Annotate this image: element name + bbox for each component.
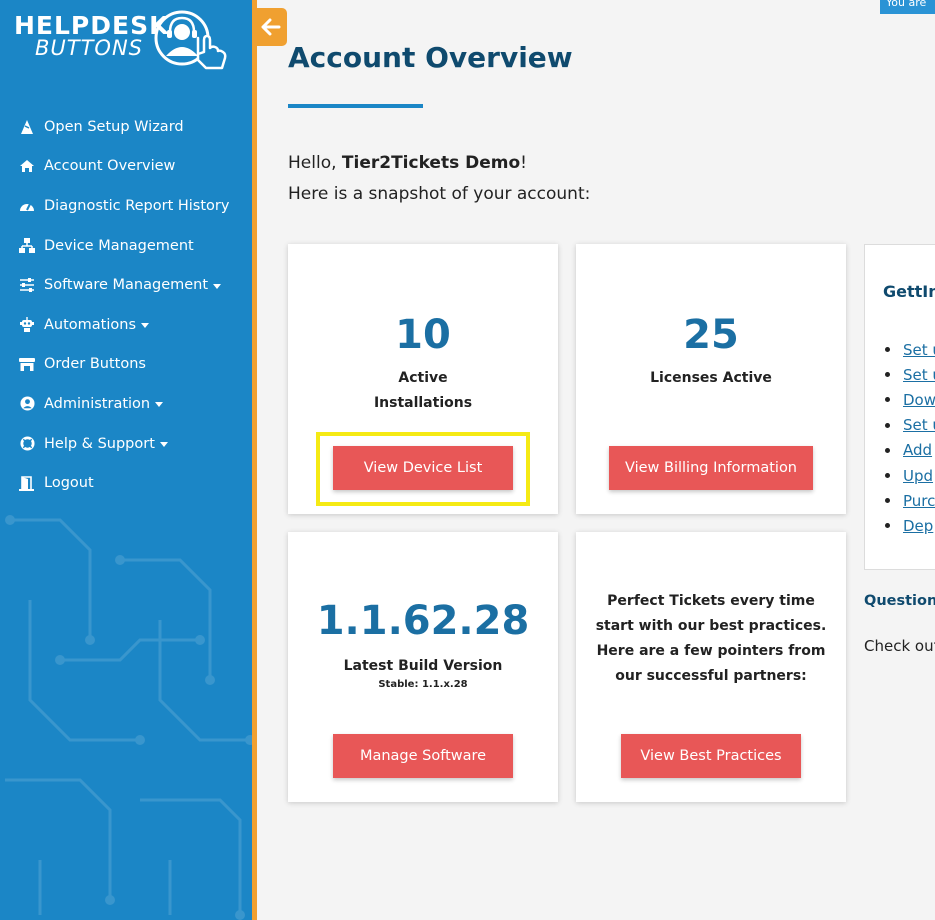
store-icon (17, 356, 37, 372)
chevron-down-icon (155, 402, 164, 408)
arrow-left-icon (261, 18, 281, 36)
greeting-prefix: Hello, (288, 153, 342, 173)
manage-software-button[interactable]: Manage Software (333, 734, 513, 778)
sidebar-nav: Open Setup Wizard Account Overview Diagn… (0, 107, 252, 503)
logo-text-bottom: BUTTONS (35, 36, 144, 60)
greeting-suffix: ! (520, 153, 527, 173)
sidebar-item-account-overview[interactable]: Account Overview (0, 147, 252, 187)
network-icon (17, 238, 37, 254)
sidebar-item-device-management[interactable]: Device Management (0, 226, 252, 266)
sidebar-item-label: Automations (44, 316, 137, 333)
sidebar-item-label: Diagnostic Report History (44, 197, 230, 214)
sidebar-item-help-support[interactable]: Help & Support (0, 424, 252, 464)
build-version: 1.1.62.28 (316, 598, 530, 644)
greeting-subtitle: Here is a snapshot of your account: (288, 184, 591, 204)
best-practices-line: Here are a few pointers from (596, 643, 826, 659)
sidebar-item-diagnostic-report-history[interactable]: Diagnostic Report History (0, 186, 252, 226)
getting-started-title: GettIn (883, 282, 935, 301)
sidebar: HELPDESK BUTTONS Open Setup Wizard Accou… (0, 0, 252, 920)
licenses-card: 25 Licenses Active View Billing Informat… (576, 244, 846, 514)
sidebar-item-label: Order Buttons (44, 356, 146, 373)
list-item: Upd (885, 463, 935, 488)
chevron-down-icon (141, 323, 150, 329)
getting-started-link[interactable]: Set u (903, 416, 935, 434)
sidebar-item-logout[interactable]: Logout (0, 463, 252, 503)
account-name: Tier2Tickets Demo (341, 153, 521, 173)
list-item: Dep (885, 513, 935, 538)
tachometer-icon (17, 198, 37, 214)
sliders-icon (17, 277, 37, 293)
sidebar-item-open-setup-wizard[interactable]: Open Setup Wizard (0, 107, 252, 147)
best-practices-card: Perfect Tickets every time start with ou… (576, 532, 846, 802)
list-item: Set u (885, 362, 935, 387)
list-item: Add (885, 438, 935, 463)
licenses-count: 25 (683, 312, 739, 358)
greeting-line: Hello, Tier2Tickets Demo! (288, 148, 590, 179)
installations-label-line2: Installations (373, 395, 473, 411)
installations-label-line1: Active (398, 370, 448, 386)
robot-icon (17, 317, 37, 333)
wizard-hat-icon (17, 119, 37, 135)
sidebar-item-label: Help & Support (44, 435, 155, 452)
sidebar-item-administration[interactable]: Administration (0, 384, 252, 424)
door-exit-icon (17, 475, 37, 491)
sidebar-item-label: Administration (44, 395, 151, 412)
getting-started-link[interactable]: Dow (903, 391, 935, 409)
sidebar-item-label: Device Management (44, 237, 194, 254)
sidebar-item-label: Logout (44, 475, 94, 492)
sidebar-collapse-button[interactable] (255, 8, 287, 46)
sidebar-item-automations[interactable]: Automations (0, 305, 252, 345)
getting-started-link[interactable]: Upd (903, 467, 933, 485)
user-circle-icon (17, 396, 37, 412)
sidebar-item-label: Open Setup Wizard (44, 118, 184, 135)
getting-started-link[interactable]: Set u (903, 366, 935, 384)
view-billing-information-button[interactable]: View Billing Information (609, 446, 813, 490)
list-item: Set u (885, 337, 935, 362)
page-title: Account Overview (288, 41, 573, 74)
view-best-practices-button[interactable]: View Best Practices (621, 734, 801, 778)
view-device-list-button[interactable]: View Device List (333, 446, 513, 490)
getting-started-link[interactable]: Dep (903, 517, 933, 535)
headset-hand-icon (154, 10, 227, 70)
getting-started-link[interactable]: Set u (903, 341, 935, 359)
helpdesk-buttons-logo[interactable]: HELPDESK BUTTONS (14, 8, 234, 74)
getting-started-link[interactable]: Add (903, 441, 932, 459)
list-item: Purc (885, 488, 935, 513)
sidebar-item-label: Account Overview (44, 158, 176, 175)
chevron-down-icon (159, 442, 168, 448)
best-practices-line: start with our best practices. (595, 618, 827, 634)
best-practices-line: our successful partners: (615, 668, 807, 684)
sidebar-item-order-buttons[interactable]: Order Buttons (0, 345, 252, 385)
life-ring-icon (17, 436, 37, 452)
best-practices-line: Perfect Tickets every time (607, 593, 815, 609)
list-item: Dow (885, 387, 935, 412)
licenses-label: Licenses Active (650, 370, 772, 386)
home-icon (17, 158, 37, 174)
getting-started-link[interactable]: Purc (903, 492, 935, 510)
questions-heading: Questions (864, 593, 935, 609)
sidebar-item-label: Software Management (44, 277, 209, 294)
installations-count: 10 (395, 312, 451, 358)
greeting: Hello, Tier2Tickets Demo! Here is a snap… (288, 148, 590, 210)
chevron-down-icon (213, 283, 222, 289)
user-status-chip[interactable]: You are (880, 0, 935, 14)
title-underline (288, 104, 423, 108)
check-out-text: Check out (864, 637, 935, 655)
sidebar-item-software-management[interactable]: Software Management (0, 265, 252, 305)
build-card: 1.1.62.28 Latest Build Version Stable: 1… (288, 532, 558, 802)
build-stable-label: Stable: 1.1.x.28 (378, 679, 468, 690)
getting-started-list: Set u Set u Dow Set u Add Upd Purc Dep (885, 337, 935, 539)
sidebar-edge-accent (252, 0, 257, 920)
list-item: Set u (885, 413, 935, 438)
